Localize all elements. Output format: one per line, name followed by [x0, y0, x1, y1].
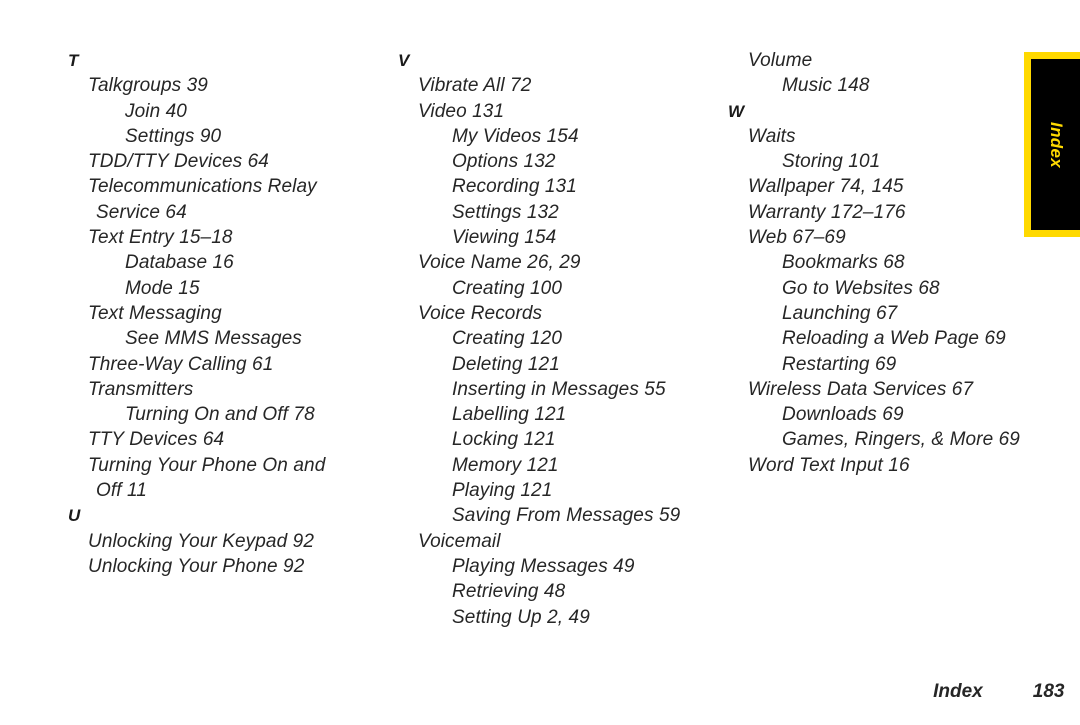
index-thumb-tab-label: Index [1046, 121, 1066, 168]
index-subentry: Creating 120 [452, 328, 562, 350]
index-section-letter: U [68, 506, 81, 526]
index-subentry: Memory 121 [452, 454, 559, 476]
index-subentry: Labelling 121 [452, 404, 567, 426]
index-entry: Transmitters [88, 378, 194, 400]
index-subentry: My Videos 154 [452, 125, 579, 147]
index-entry: Text Messaging [88, 302, 222, 324]
index-section-letter: T [68, 51, 79, 70]
index-entry: Vibrate All 72 [418, 75, 532, 97]
index-subentry: Database 16 [125, 252, 234, 274]
footer-page-number: 183 [1032, 681, 1065, 702]
index-subentry: Turning On and Off 78 [125, 404, 315, 426]
index-page: T Talkgroups 39 Join 40 Settings 90 TDD/TTY … [0, 0, 1080, 720]
index-subentry: Music 148 [782, 75, 870, 97]
index-subentry: Recording 131 [452, 176, 577, 198]
index-subentry: Games, Ringers, & More 69 [782, 429, 1020, 451]
index-subentry: Inserting in Messages 55 [452, 378, 666, 400]
index-subentry: Playing 121 [452, 480, 553, 502]
index-subentry: Playing Messages 49 [452, 555, 635, 577]
index-subentry: Restarting 69 [782, 353, 897, 375]
index-entry: Voicemail [418, 530, 501, 552]
footer-running-head: Index [933, 681, 983, 702]
index-subentry: Retrieving 48 [452, 581, 566, 603]
index-subentry: Mode 15 [125, 277, 200, 299]
index-entry: TTY Devices 64 [88, 429, 225, 451]
index-thumb-tab: Index [1024, 52, 1080, 237]
index-entry-continuation: Off 11 [96, 480, 147, 502]
index-entry: Unlocking Your Phone 92 [88, 555, 305, 577]
index-subentry: Storing 101 [782, 151, 881, 173]
index-column-2: V Vibrate All 72 Video 131 My Videos 154 Opt… [398, 48, 718, 630]
index-subentry: Go to Websites 68 [782, 277, 940, 299]
index-entry: Word Text Input 16 [748, 454, 910, 476]
index-subentry: Launching 67 [782, 302, 898, 324]
index-subentry: Options 132 [452, 151, 556, 173]
index-entry: Wallpaper 74, 145 [748, 176, 904, 198]
index-entry: Wireless Data Services 67 [748, 378, 974, 400]
index-section-letter: V [398, 51, 410, 70]
index-subentry: Bookmarks 68 [782, 252, 905, 274]
index-subentry: Locking 121 [452, 429, 556, 451]
index-entry: TDD/TTY Devices 64 [88, 151, 269, 173]
index-entry: Text Entry 15–18 [88, 227, 233, 249]
index-entry: Three-Way Calling 61 [88, 353, 274, 375]
index-entry: Warranty 172–176 [748, 201, 906, 223]
index-entry: Telecommunications Relay [88, 176, 317, 198]
index-section-letter: W [728, 101, 745, 121]
index-subentry: Deleting 121 [452, 353, 560, 375]
index-entry: Waits [748, 125, 796, 147]
page-footer: Index 183 [912, 659, 1064, 725]
index-entry-continuation: Service 64 [96, 201, 187, 223]
index-entry: Web 67–69 [748, 227, 846, 249]
index-subentry: Reloading a Web Page 69 [782, 328, 1006, 350]
index-entry: Video 131 [418, 100, 505, 122]
index-column-3: Volume Music 148 W Waits Storing 101 Wallpape… [728, 48, 1028, 478]
index-subentry: Downloads 69 [782, 404, 904, 426]
index-entry: Turning Your Phone On and [88, 454, 326, 476]
index-subentry: Creating 100 [452, 277, 562, 299]
index-subentry: Settings 90 [125, 125, 222, 147]
index-subentry: Settings 132 [452, 201, 559, 223]
index-entry: Talkgroups 39 [88, 75, 208, 97]
index-subentry: Saving From Messages 59 [452, 505, 681, 527]
index-subentry: Viewing 154 [452, 227, 557, 249]
index-entry: Voice Name 26, 29 [418, 252, 581, 274]
index-column-1: T Talkgroups 39 Join 40 Settings 90 TDD/TTY … [68, 48, 388, 579]
index-entry: Volume [748, 50, 813, 71]
index-subentry: Setting Up 2, 49 [452, 606, 590, 628]
index-entry: Voice Records [418, 302, 543, 324]
index-entry: Unlocking Your Keypad 92 [88, 530, 314, 552]
index-subentry: Join 40 [125, 100, 187, 122]
index-subentry: See MMS Messages [125, 328, 302, 350]
